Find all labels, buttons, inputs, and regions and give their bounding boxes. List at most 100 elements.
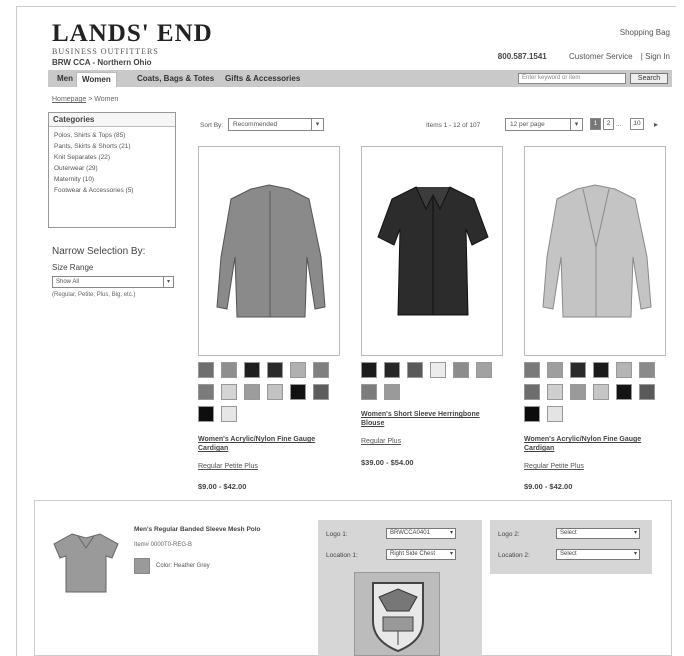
product-name-link[interactable]: Women's Acrylic/Nylon Fine Gauge Cardiga… — [198, 435, 340, 453]
color-swatch[interactable] — [616, 384, 632, 400]
color-swatch[interactable] — [198, 406, 214, 422]
color-swatch[interactable] — [453, 362, 469, 378]
logo1-value: BRWCCA0401 — [390, 530, 430, 536]
size-range-select[interactable]: Show All ▾ — [52, 276, 174, 288]
product-name-link[interactable]: Women's Acrylic/Nylon Fine Gauge Cardiga… — [524, 435, 666, 453]
search-input[interactable]: Enter keyword or item — [518, 73, 626, 84]
color-swatch[interactable] — [524, 406, 540, 422]
color-swatch[interactable] — [524, 384, 540, 400]
page-number[interactable]: 2 — [603, 118, 614, 130]
chevron-down-icon: ▾ — [449, 551, 453, 557]
selected-color-label: Color: Heather Grey — [156, 563, 210, 569]
items-count: Items 1 - 12 of 107 — [426, 122, 481, 129]
product-price: $9.00 - $42.00 — [198, 482, 247, 491]
color-swatch[interactable] — [407, 362, 423, 378]
logo-subtitle: BUSINESS OUTFITTERS — [52, 47, 159, 56]
chevron-down-icon: ▾ — [570, 119, 582, 130]
size-range-label: Size Range — [52, 263, 94, 272]
color-swatch[interactable] — [616, 362, 632, 378]
sign-in-link[interactable]: | Sign In — [641, 52, 670, 61]
color-swatch[interactable] — [244, 362, 260, 378]
product-sizes-link[interactable]: Regular Plus — [361, 438, 401, 445]
chevron-down-icon: ▾ — [449, 530, 453, 536]
logo-wordmark: LANDS' END — [52, 20, 213, 47]
logo2-value: Select — [560, 530, 577, 536]
breadcrumb-home[interactable]: Homepage — [52, 96, 86, 103]
logo2-select[interactable]: Select ▾ — [556, 528, 640, 539]
color-swatch[interactable] — [384, 384, 400, 400]
category-item[interactable]: Footwear & Accessories (5) — [49, 185, 175, 196]
category-item[interactable]: Maternity (10) — [49, 174, 175, 185]
sort-label: Sort By: — [200, 122, 224, 129]
product-sizes-link[interactable]: Regular Petite Plus — [524, 463, 584, 470]
product-image[interactable] — [524, 146, 666, 356]
main-nav: Men Women Coats, Bags & Totes Gifts & Ac… — [48, 70, 672, 87]
color-swatch[interactable] — [547, 384, 563, 400]
nav-tab-gifts[interactable]: Gifts & Accessories — [220, 72, 305, 87]
category-item[interactable]: Knit Separates (22) — [49, 152, 175, 163]
breadcrumb-current: > Women — [88, 96, 119, 103]
cardigan-garment — [542, 184, 652, 318]
color-swatch[interactable] — [290, 384, 306, 400]
color-swatch[interactable] — [476, 362, 492, 378]
color-swatch[interactable] — [198, 362, 214, 378]
product-image[interactable] — [198, 146, 340, 356]
color-swatch[interactable] — [570, 362, 586, 378]
customize-product-sku: Item# 0000T0-REG-B — [134, 542, 193, 548]
nav-tab-women[interactable]: Women — [76, 72, 117, 87]
nav-tab-coats-bags[interactable]: Coats, Bags & Totes — [132, 72, 219, 87]
product-sizes-link[interactable]: Regular Petite Plus — [198, 463, 258, 470]
per-page-select[interactable]: 12 per page ▾ — [505, 118, 583, 131]
color-swatch[interactable] — [313, 362, 329, 378]
size-range-note: (Regular, Petite, Plus, Big, etc.) — [52, 292, 136, 298]
color-swatch[interactable] — [221, 406, 237, 422]
color-swatch[interactable] — [361, 384, 377, 400]
color-swatch[interactable] — [198, 384, 214, 400]
next-page-arrow-icon[interactable]: ▸ — [654, 120, 658, 129]
color-swatch[interactable] — [639, 384, 655, 400]
color-swatch[interactable] — [221, 362, 237, 378]
chevron-down-icon: ▾ — [163, 277, 173, 287]
color-swatch[interactable] — [384, 362, 400, 378]
color-swatch[interactable] — [361, 362, 377, 378]
logo1-label: Logo 1: — [326, 531, 348, 538]
logo2-label: Logo 2: — [498, 531, 520, 538]
product-name-link[interactable]: Women's Short Sleeve Herringbone Blouse — [361, 410, 503, 428]
color-swatch[interactable] — [593, 362, 609, 378]
categories-title: Categories — [49, 113, 175, 127]
page-number-current[interactable]: 1 — [590, 118, 601, 130]
brand-logo[interactable]: LANDS' END BUSINESS OUTFITTERS BRW CCA -… — [52, 20, 213, 67]
logo1-select[interactable]: BRWCCA0401 ▾ — [386, 528, 456, 539]
color-swatch[interactable] — [593, 384, 609, 400]
location2-select[interactable]: Select ▾ — [556, 549, 640, 560]
color-swatch[interactable] — [290, 362, 306, 378]
phone-number: 800.587.1541 — [497, 52, 547, 61]
sort-value: Recommended — [233, 121, 278, 128]
location2-label: Location 2: — [498, 552, 530, 559]
customer-service-link[interactable]: Customer Service — [569, 52, 633, 61]
color-swatch[interactable] — [570, 384, 586, 400]
color-swatch[interactable] — [430, 362, 446, 378]
category-item[interactable]: Outerwear (29) — [49, 163, 175, 174]
chevron-down-icon: ▾ — [633, 530, 637, 536]
color-swatch[interactable] — [244, 384, 260, 400]
color-swatch[interactable] — [547, 406, 563, 422]
color-swatch[interactable] — [267, 362, 283, 378]
sort-select[interactable]: Recommended ▾ — [228, 118, 324, 131]
color-swatch[interactable] — [221, 384, 237, 400]
color-swatch[interactable] — [313, 384, 329, 400]
category-item[interactable]: Polos, Shirts & Tops (85) — [49, 130, 175, 141]
page-ellipsis: ... — [616, 121, 622, 128]
color-swatch[interactable] — [547, 362, 563, 378]
color-swatch[interactable] — [639, 362, 655, 378]
page-number-last[interactable]: 10 — [630, 118, 644, 130]
color-swatch[interactable] — [524, 362, 540, 378]
nav-tab-men[interactable]: Men — [52, 72, 78, 87]
location1-select[interactable]: Right Side Chest ▾ — [386, 549, 456, 560]
shopping-bag-link[interactable]: Shopping Bag — [620, 28, 670, 37]
category-item[interactable]: Pants, Skirts & Shorts (21) — [49, 141, 175, 152]
color-swatch[interactable] — [267, 384, 283, 400]
product-image[interactable] — [361, 146, 503, 356]
search-button[interactable]: Search — [630, 73, 668, 84]
selected-color-swatch[interactable] — [134, 558, 150, 574]
